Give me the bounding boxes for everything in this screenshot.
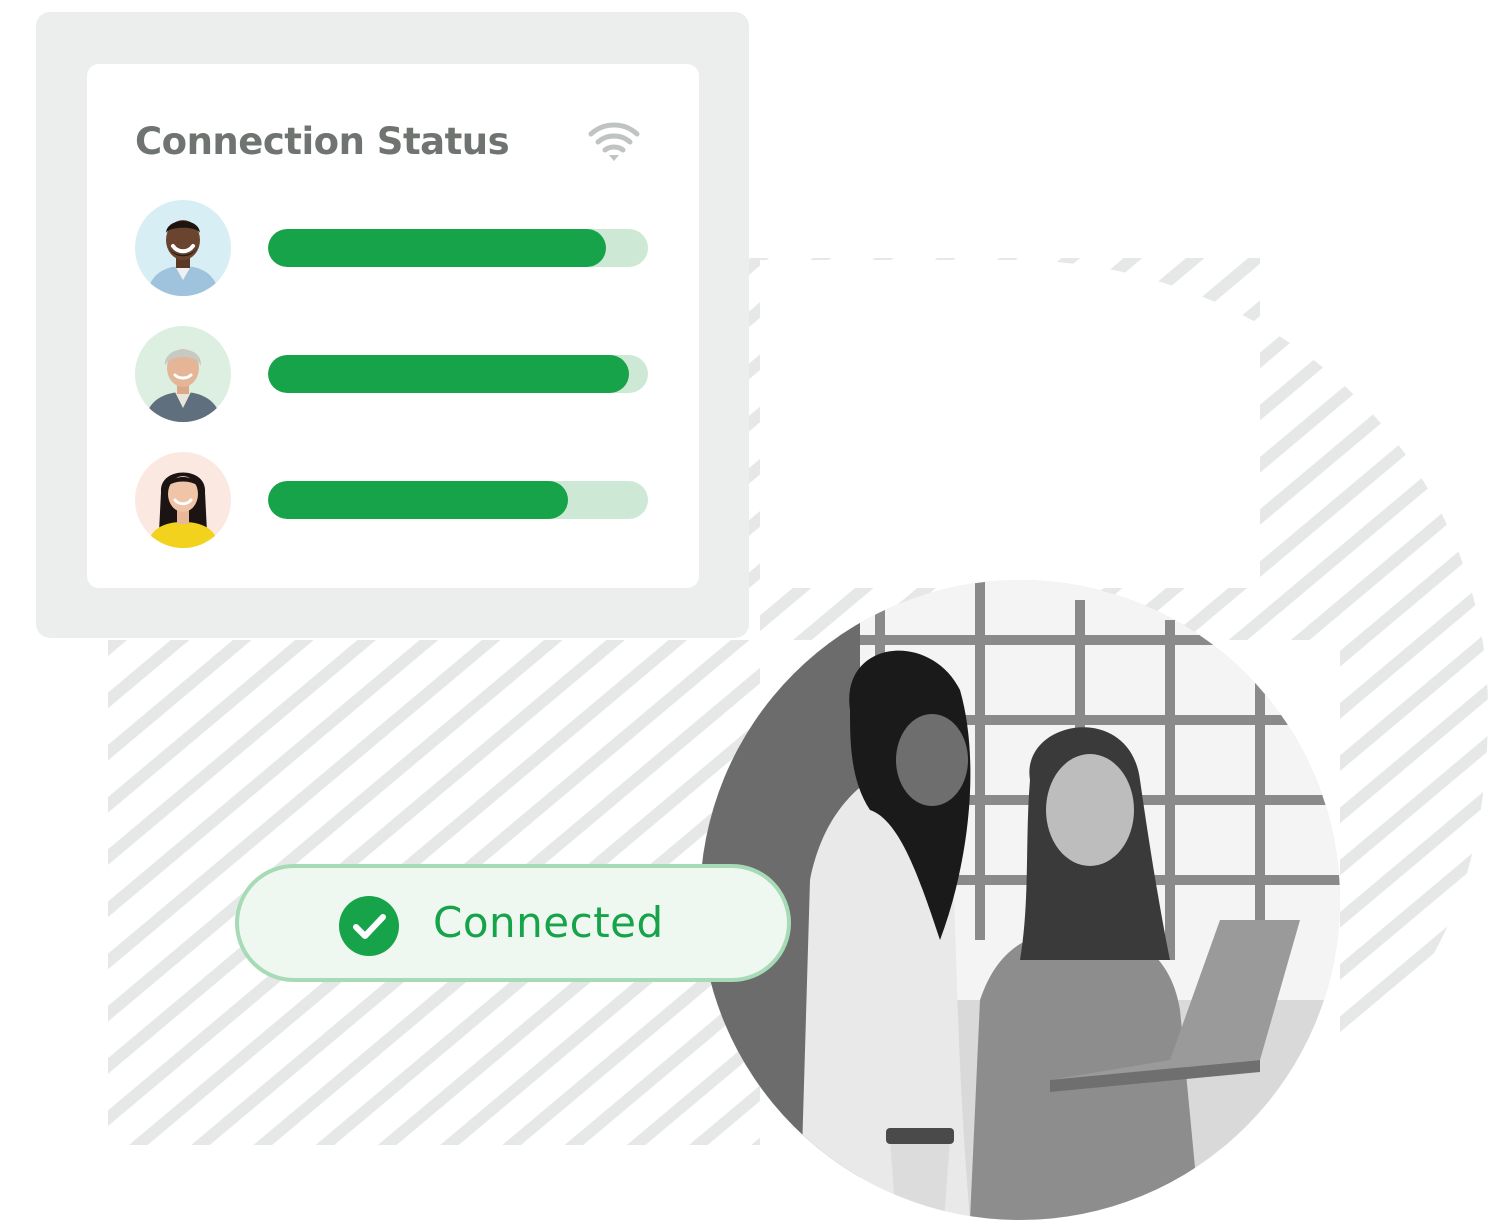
user-row (135, 452, 649, 548)
signal-bar (268, 355, 648, 393)
team-photo (700, 580, 1340, 1220)
connection-status-panel: Connection Status (87, 64, 699, 588)
check-circle-icon (339, 896, 399, 956)
user-row (135, 326, 649, 422)
card-title: Connection Status (135, 120, 510, 163)
wifi-icon (588, 122, 640, 161)
signal-bar (268, 229, 648, 267)
signal-bar-fill (268, 481, 569, 519)
avatar (135, 326, 231, 422)
signal-bar-fill (268, 229, 607, 267)
status-label: Connected (433, 898, 664, 947)
avatar (135, 452, 231, 548)
connected-status-pill: Connected (235, 864, 791, 982)
signal-bar-fill (268, 355, 629, 393)
signal-bar (268, 481, 648, 519)
user-row (135, 200, 649, 296)
connection-status-card: Connection Status (36, 12, 749, 638)
avatar (135, 200, 231, 296)
